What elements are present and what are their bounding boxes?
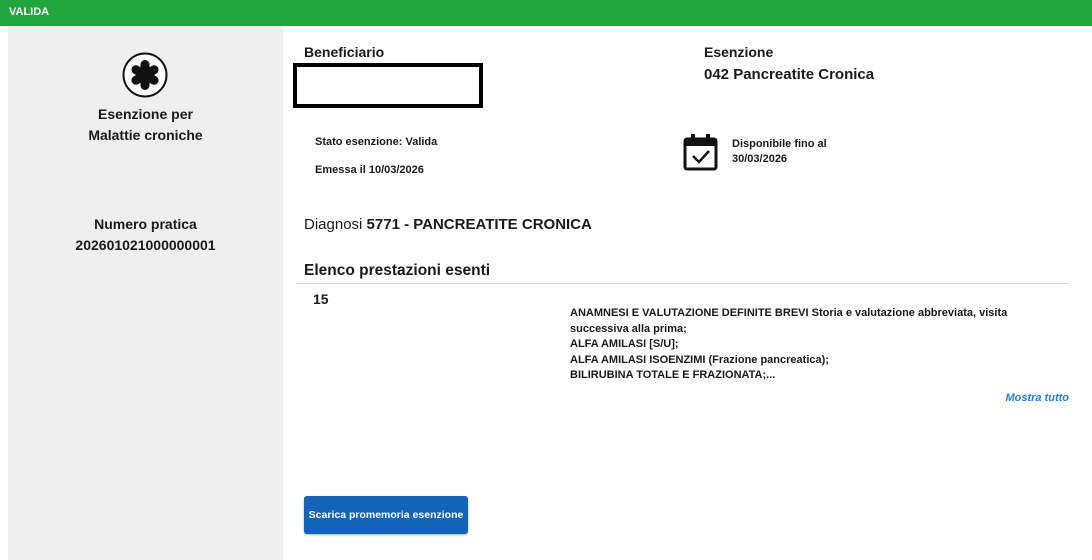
available-until-label: Disponibile fino al [732, 138, 827, 150]
exemption-state-value: Valida [405, 136, 438, 148]
exempt-services-count: 15 [313, 291, 329, 307]
exempt-services-list: ANAMNESI E VALUTAZIONE DEFINITE BREVI St… [570, 306, 1065, 384]
exemption-state: Stato esenzione: Valida [315, 136, 437, 148]
status-bar: VALIDA [0, 0, 1092, 26]
issued-date: Emessa il 10/03/2026 [315, 164, 424, 176]
exemption-label: Esenzione [704, 44, 774, 60]
exemption-type-line-1: Esenzione per [98, 106, 193, 122]
service-line: ALFA AMILASI ISOENZIMI (Frazione pancrea… [570, 353, 829, 366]
exemption-type-label: Esenzione per Malattie croniche [8, 104, 283, 146]
practice-number-label: Numero pratica [94, 216, 197, 232]
exempt-services-title: Elenco prestazioni esenti [304, 262, 491, 279]
issued-date-value: 10/03/2026 [368, 164, 424, 176]
service-line: BILIRUBINA TOTALE E FRAZIONATA;... [570, 369, 776, 381]
diagnosis-label: Diagnosi [304, 216, 367, 233]
download-reminder-button[interactable]: Scarica promemoria esenzione [304, 496, 468, 534]
service-line: ANAMNESI E VALUTAZIONE DEFINITE BREVI St… [570, 307, 1008, 319]
asterisk-icon [122, 52, 168, 98]
practice-number-value: 202601021000000001 [75, 237, 216, 253]
exemption-type-line-2: Malattie croniche [88, 127, 203, 143]
beneficiary-label: Beneficiario [304, 44, 385, 60]
issued-date-label: Emessa il [315, 164, 369, 176]
service-line: successiva alla prima; [570, 322, 687, 335]
exemption-summary-panel: Esenzione per Malattie croniche Numero p… [8, 26, 283, 560]
service-line: ALFA AMILASI [S/U]; [570, 338, 679, 350]
beneficiary-name-redacted [293, 63, 483, 108]
show-all-link[interactable]: Mostra tutto [1005, 392, 1069, 404]
diagnosis: Diagnosi 5771 - PANCREATITE CRONICA [304, 216, 592, 233]
diagnosis-value: 5771 - PANCREATITE CRONICA [366, 216, 592, 233]
available-until-value: 30/03/2026 [732, 153, 788, 165]
status-label: VALIDA [9, 6, 50, 18]
calendar-check-icon [683, 134, 718, 171]
exemption-value: 042 Pancreatite Cronica [704, 66, 875, 83]
section-divider [297, 283, 1068, 284]
exemption-state-label: Stato esenzione: [315, 136, 406, 148]
